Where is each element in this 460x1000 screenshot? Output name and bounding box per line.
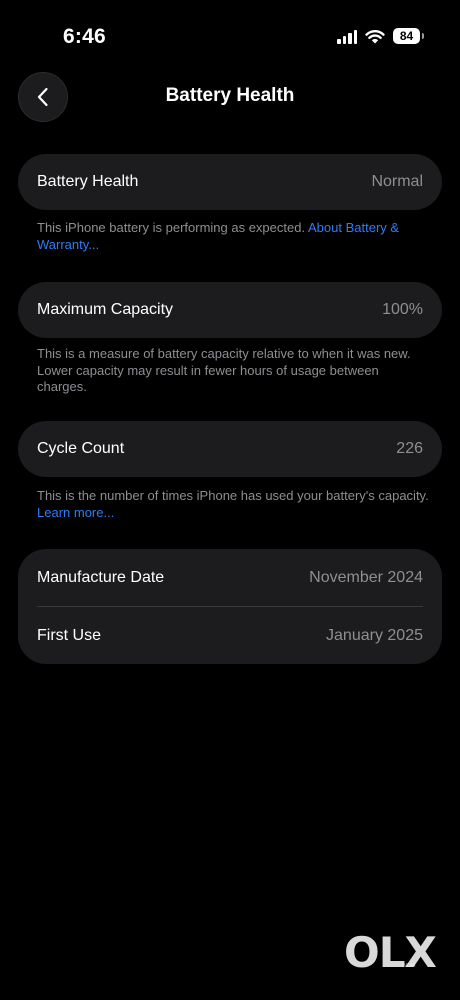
first-use-value: January 2025 [326, 626, 423, 644]
maximum-capacity-row: Maximum Capacity 100% [18, 282, 442, 338]
battery-health-screen: 6:46 84 Battery Health Battery Health No… [0, 0, 460, 1000]
status-icons: 84 [337, 28, 424, 44]
status-time: 6:46 [63, 25, 106, 48]
maximum-capacity-card: Maximum Capacity 100% [18, 282, 442, 338]
first-use-row: First Use January 2025 [18, 607, 442, 664]
cycle-count-card: Cycle Count 226 [18, 421, 442, 477]
first-use-label: First Use [37, 626, 101, 644]
battery-health-card[interactable]: Battery Health Normal [18, 154, 442, 210]
learn-more-link[interactable]: Learn more... [37, 505, 114, 520]
status-bar: 6:46 84 [0, 0, 460, 70]
battery-icon: 84 [393, 28, 424, 44]
manufacture-date-label: Manufacture Date [37, 568, 165, 586]
battery-health-value: Normal [371, 173, 423, 190]
olx-watermark-logo: OLX [344, 928, 437, 977]
wifi-icon [365, 30, 385, 44]
maximum-capacity-label: Maximum Capacity [37, 301, 174, 318]
cycle-count-value: 226 [396, 440, 423, 457]
battery-health-label: Battery Health [37, 173, 139, 190]
cycle-count-label: Cycle Count [37, 440, 125, 457]
maximum-capacity-value: 100% [382, 301, 423, 318]
cycle-count-note-text: This is the number of times iPhone has u… [37, 488, 429, 503]
cycle-count-row: Cycle Count 226 [18, 421, 442, 477]
battery-health-row[interactable]: Battery Health Normal [18, 154, 442, 210]
olx-watermark-subtext: INDIA [402, 963, 416, 969]
dates-card: Manufacture Date November 2024 First Use… [18, 549, 442, 664]
maximum-capacity-note: This is a measure of battery capacity re… [37, 346, 411, 394]
manufacture-date-row: Manufacture Date November 2024 [18, 549, 442, 606]
manufacture-date-value: November 2024 [309, 568, 423, 586]
battery-health-note: This iPhone battery is performing as exp… [37, 220, 432, 253]
battery-level: 84 [399, 29, 414, 43]
battery-health-note-text: This iPhone battery is performing as exp… [37, 220, 306, 235]
cellular-signal-icon [337, 28, 357, 44]
cycle-count-note: This is the number of times iPhone has u… [37, 488, 432, 521]
page-title: Battery Health [165, 85, 295, 106]
